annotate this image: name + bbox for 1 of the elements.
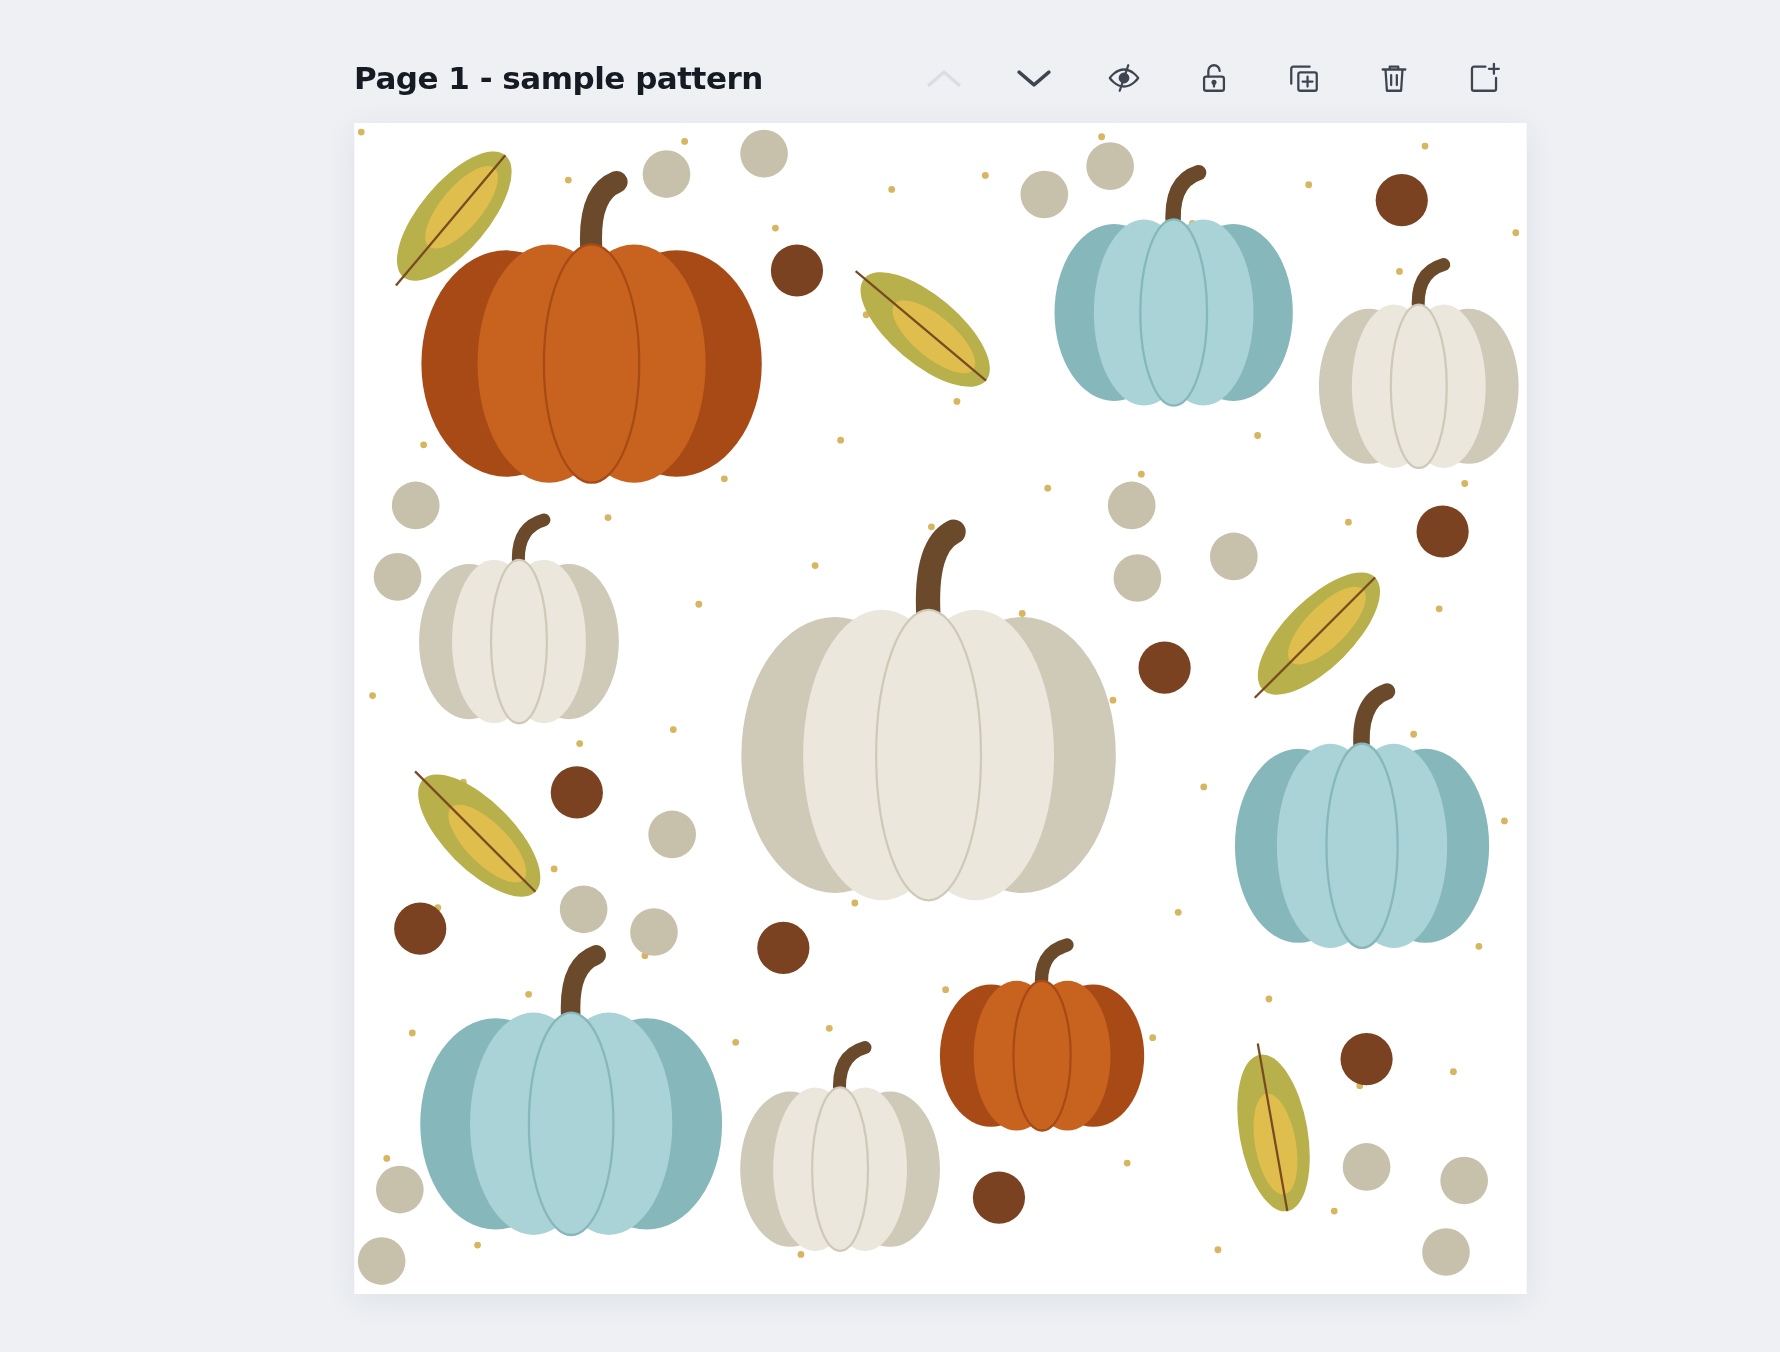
- page-title: Page 1 - sample pattern: [354, 60, 763, 96]
